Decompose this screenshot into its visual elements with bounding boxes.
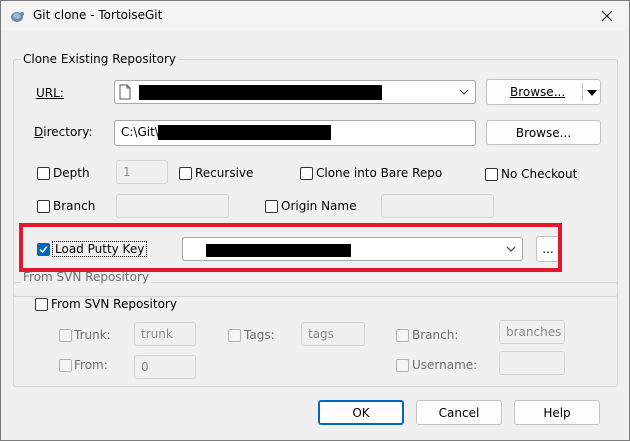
from-field[interactable]: 0 xyxy=(134,355,196,379)
help-label: Help xyxy=(543,405,571,420)
cancel-button[interactable]: Cancel xyxy=(416,400,502,425)
url-browse-label: Browse... xyxy=(510,85,566,99)
svn-branch-value: branches xyxy=(506,325,562,339)
close-icon xyxy=(601,10,613,22)
trunk-value: trunk xyxy=(141,327,173,341)
svn-group-label: From SVN Repository xyxy=(21,270,151,284)
tags-field[interactable]: tags xyxy=(301,322,365,346)
svn-branch-checkbox[interactable] xyxy=(396,329,409,342)
directory-redacted xyxy=(158,125,331,140)
bare-repo-label: Clone into Bare Repo xyxy=(316,166,443,180)
trunk-checkbox[interactable] xyxy=(59,329,72,342)
username-label: Username: xyxy=(412,358,478,372)
ok-label: OK xyxy=(352,405,370,420)
username-checkbox[interactable] xyxy=(396,359,409,372)
trunk-label: Trunk: xyxy=(74,328,111,342)
from-svn-label: From SVN Repository xyxy=(51,297,177,311)
trunk-field[interactable]: trunk xyxy=(134,322,196,346)
dropdown-arrow-icon[interactable] xyxy=(587,89,597,97)
svn-branch-field[interactable]: branches xyxy=(499,320,565,344)
ok-button[interactable]: OK xyxy=(318,400,404,425)
directory-browse-label: Browse... xyxy=(515,125,572,140)
tags-value: tags xyxy=(308,327,334,341)
url-browse-split-button[interactable]: Browse... xyxy=(486,79,601,105)
origin-name-field[interactable] xyxy=(381,194,494,218)
highlight-box xyxy=(19,223,562,272)
file-icon xyxy=(119,84,131,100)
split-divider xyxy=(582,83,583,101)
directory-field[interactable]: C:\Git\ xyxy=(114,120,476,146)
from-value: 0 xyxy=(141,360,149,374)
dialog-client: Clone Existing Repository URL: Browse...… xyxy=(1,31,629,440)
tortoisegit-app-icon xyxy=(11,12,24,22)
url-redacted xyxy=(139,85,382,100)
chevron-down-icon xyxy=(459,89,469,95)
branch-field[interactable] xyxy=(116,194,229,218)
url-label: URL: xyxy=(36,86,64,100)
tags-checkbox[interactable] xyxy=(228,329,241,342)
branch-checkbox[interactable] xyxy=(37,200,50,213)
depth-checkbox[interactable] xyxy=(37,167,50,180)
recursive-checkbox[interactable] xyxy=(179,167,192,180)
svn-branch-label: Branch: xyxy=(412,328,459,342)
branch-label: Branch xyxy=(53,199,96,213)
clone-group-label: Clone Existing Repository xyxy=(21,52,179,66)
from-label: From: xyxy=(74,358,108,372)
bare-repo-checkbox[interactable] xyxy=(300,167,313,180)
origin-name-checkbox[interactable] xyxy=(265,200,278,213)
depth-field[interactable]: 1 xyxy=(116,160,168,184)
from-svn-checkbox[interactable] xyxy=(35,298,48,311)
no-checkout-checkbox[interactable] xyxy=(485,168,498,181)
close-button[interactable] xyxy=(585,1,629,31)
url-combobox[interactable] xyxy=(114,80,476,104)
tags-label: Tags: xyxy=(244,328,275,342)
no-checkout-label: No Checkout xyxy=(501,167,578,181)
depth-value: 1 xyxy=(123,165,131,179)
title-bar: Git clone - TortoiseGit xyxy=(1,1,629,31)
from-checkbox[interactable] xyxy=(59,359,72,372)
git-clone-dialog: Git clone - TortoiseGit Clone Existing R… xyxy=(0,0,630,441)
directory-label: Directory: xyxy=(34,125,93,139)
directory-value: C:\Git\ xyxy=(121,125,159,139)
window-title: Git clone - TortoiseGit xyxy=(33,8,163,22)
cancel-label: Cancel xyxy=(438,405,480,420)
depth-label: Depth xyxy=(53,166,90,180)
origin-name-label: Origin Name xyxy=(281,199,357,213)
username-field[interactable] xyxy=(499,351,565,375)
directory-browse-button[interactable]: Browse... xyxy=(486,120,601,145)
help-button[interactable]: Help xyxy=(514,400,600,425)
recursive-label: Recursive xyxy=(195,166,254,180)
